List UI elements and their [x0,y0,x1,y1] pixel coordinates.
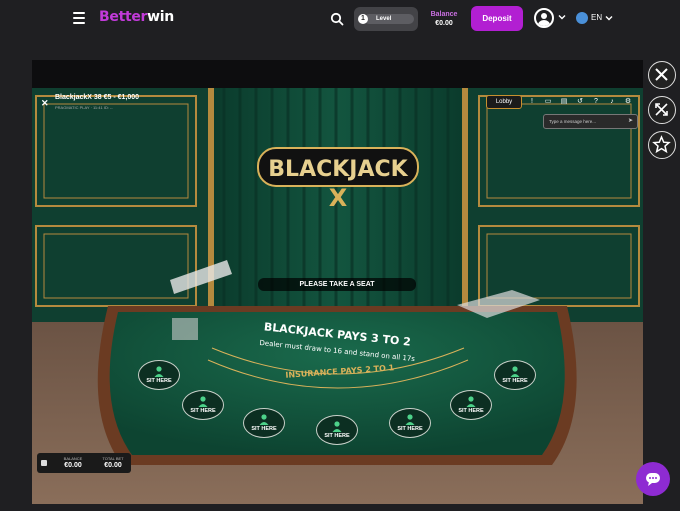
language-label[interactable]: EN [591,12,602,24]
fullscreen-button[interactable] [648,96,676,124]
user-avatar[interactable] [534,8,554,28]
person-icon [259,414,269,425]
site-logo[interactable]: Betterwin [99,9,174,25]
sound-icon[interactable]: ♪ [607,97,617,107]
lobby-label: Lobby [495,99,513,105]
star-icon [652,135,671,154]
seat-2[interactable]: SIT HERE [182,390,224,420]
send-icon[interactable]: ➤ [628,115,633,128]
seat-6[interactable]: SIT HERE [450,390,492,420]
person-icon [405,414,415,425]
balance-display: Balance €0.00 [426,10,462,28]
game-title[interactable]: BlackjackX 38 €5 - €1,000 [55,94,139,101]
chat-bubble-icon [646,473,660,486]
chat-input[interactable]: Type a message here... ➤ [543,114,638,129]
support-chat-button[interactable] [636,462,670,496]
game-balance-panel: BALANCE €0.00 TOTAL BET €0.00 [37,453,131,473]
close-icon [655,68,668,81]
logo-x-text: X [329,184,348,208]
search-icon[interactable] [330,12,344,26]
seat-7[interactable]: SIT HERE [494,360,536,390]
lobby-button[interactable]: Lobby [486,95,522,109]
table-line-3: INSURANCE PAYS 2 TO 1 [285,363,395,380]
wallet-icon [41,460,47,466]
statistics-icon[interactable]: ▤ [559,97,569,107]
game-provider: PRAGMATIC PLAY · 11:41 ID: -- [55,105,113,110]
game-close-icon[interactable]: ✕ [41,98,49,109]
game-frame[interactable]: BLACKJACK X ✕ BlackjackX 38 €5 - €1,000 … [32,60,643,504]
level-number: 1 [358,14,368,24]
seat-4[interactable]: SIT HERE [316,415,358,445]
take-seat-banner: PLEASE TAKE A SEAT [258,278,416,291]
person-icon [466,396,476,407]
info-icon[interactable]: ! [527,97,537,107]
balance-value: €0.00 [435,20,453,27]
favorite-button[interactable] [648,131,676,159]
chat-placeholder: Type a message here... [549,119,597,124]
user-icon [538,13,550,26]
person-icon [198,396,208,407]
footer-total-bet: TOTAL BET €0.00 [102,456,124,469]
logo-blackjack-text: BLACKJACK [268,157,408,182]
level-label: Level [376,16,392,22]
seat-1[interactable]: SIT HERE [138,360,180,390]
blackjack-x-logo: BLACKJACK X [257,147,419,208]
seat-5[interactable]: SIT HERE [389,408,431,438]
history-icon[interactable]: ↺ [575,97,585,107]
balance-label: Balance [430,11,458,18]
help-icon[interactable]: ? [591,97,601,107]
globe-icon[interactable] [576,12,588,24]
deposit-button[interactable]: Deposit [471,6,523,31]
settings-icon[interactable]: ⚙ [623,97,633,107]
top-bar: Betterwin 1 Level Balance €0.00 Deposit … [0,0,680,38]
menu-icon[interactable] [73,12,85,24]
footer-balance: BALANCE €0.00 [63,456,83,469]
level-indicator[interactable]: 1 Level [354,7,418,31]
person-icon [510,366,520,377]
language-chevron-icon[interactable] [605,14,613,22]
seat-3[interactable]: SIT HERE [243,408,285,438]
person-icon [154,366,164,377]
chat-icon[interactable]: ▭ [543,97,553,107]
close-game-button[interactable] [648,61,676,89]
person-icon [332,421,342,432]
table-printing: BLACKJACK PAYS 3 TO 2 Dealer must draw t… [259,322,416,380]
expand-icon [655,103,668,116]
chevron-down-icon[interactable] [558,13,566,21]
